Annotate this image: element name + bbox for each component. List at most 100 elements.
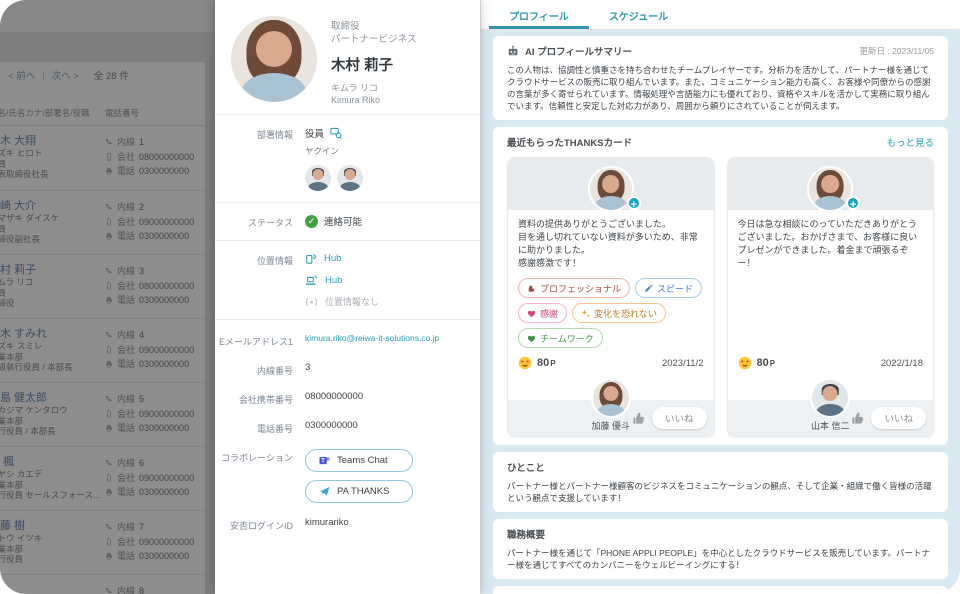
extension-label: 内線番号	[215, 362, 305, 377]
ai-summary-updated: 更新日 : 2023/11/05	[860, 45, 935, 57]
profile-photo	[231, 16, 317, 102]
department-members	[305, 165, 470, 191]
rocket-icon	[644, 284, 653, 293]
thanks-tag: スピード	[635, 278, 702, 298]
thanks-date: 2022/1/18	[881, 358, 923, 369]
green-heart-icon	[527, 334, 536, 343]
profile-header: 取締役 パートナービジネス 木村 莉子 キムラ リコ Kimura Riko	[215, 0, 480, 114]
thanks-points: 80	[757, 357, 769, 369]
profile-role: 取締役	[331, 20, 417, 33]
status-value: 連絡可能	[324, 214, 362, 228]
department-label: 部署情報	[215, 126, 305, 191]
location-hub-link[interactable]: Hub	[325, 275, 342, 286]
safety-login-value: kimurariko	[305, 517, 470, 532]
job-summary-card: 職務概要 パートナー様を通じて「PHONE APPLI PEOPLE」を中心とし…	[493, 519, 948, 579]
hitokoto-title: ひとこと	[507, 460, 934, 474]
org-chart-search-icon[interactable]	[330, 127, 342, 139]
plus-badge-icon	[627, 196, 641, 210]
contact-info-block: Eメールアドレス1 kimura.riko@reiwa-it-solutions…	[215, 320, 480, 539]
thanks-card[interactable]: 資料の提供ありがとうございました。 目を通し切れていない資料が多いため、非常に助…	[507, 157, 715, 437]
profile-kana: キムラ リコ	[331, 82, 417, 94]
robot-icon	[507, 45, 519, 57]
member-avatar[interactable]	[337, 165, 363, 191]
dim-overlay	[0, 0, 215, 594]
sparkles-icon	[581, 309, 590, 318]
thanks-card-header	[728, 158, 934, 210]
email-link[interactable]: kimura.riko@reiwa-it-solutions.co.jp	[305, 333, 439, 343]
phone-label: 電話番号	[215, 420, 305, 435]
muscle-icon	[527, 284, 536, 293]
teams-chat-button[interactable]: T Teams Chat	[305, 449, 413, 472]
status-available-icon	[305, 215, 318, 228]
thanks-tag: チームワーク	[518, 328, 603, 348]
no-signal-icon	[305, 297, 318, 307]
detail-scroll-area: AI プロフィールサマリー 更新日 : 2023/11/05 この人物は、協調性…	[481, 30, 960, 594]
hitokoto-card: ひとこと パートナー様とパートナー様顧客のビジネスをコミュニケーションの観点、そ…	[493, 452, 948, 512]
teams-icon: T	[319, 455, 330, 466]
giver-avatar	[591, 378, 631, 418]
profile-division: パートナービジネス	[331, 33, 417, 46]
job-summary-body: パートナー様を通じて「PHONE APPLI PEOPLE」を中心としたクラウド…	[507, 547, 934, 571]
tab-schedule[interactable]: スケジュール	[589, 0, 688, 29]
status-label: ステータス	[215, 214, 305, 229]
location-hub-link[interactable]: Hub	[324, 253, 341, 264]
tab-bar: プロフィール スケジュール	[481, 0, 960, 30]
star-struck-emoji-icon	[738, 356, 752, 370]
location-none-text: 位置情報なし	[325, 295, 379, 308]
pa-thanks-label: PA THANKS	[337, 486, 389, 497]
thanks-card-header	[508, 158, 714, 210]
phone-value: 0300000000	[305, 420, 470, 435]
teams-chat-label: Teams Chat	[337, 455, 388, 466]
thanks-section-title: 最近もらったTHANKSカード	[507, 135, 632, 149]
collaboration-label: コラボレーション	[215, 449, 305, 503]
heart-icon	[527, 309, 536, 318]
thanks-tags: プロフェッショナルスピード感謝変化を恐れないチームワーク	[518, 278, 704, 348]
company-mobile-label: 会社携帯番号	[215, 391, 305, 406]
phone-wifi-icon	[305, 252, 317, 265]
status-row: ステータス 連絡可能	[215, 203, 480, 240]
skills-card: スキル 分析力 慎重力 協調力	[493, 586, 948, 594]
thanks-card-footer: 山本 信二 いいね	[728, 400, 934, 436]
thanks-tag: 感謝	[518, 303, 567, 323]
thanks-points-unit: P	[550, 359, 555, 368]
like-button[interactable]: いいね	[652, 407, 707, 429]
star-struck-emoji-icon	[518, 356, 532, 370]
thanks-tag: 変化を恐れない	[572, 303, 666, 323]
location-label: 位置情報	[215, 252, 305, 308]
ai-summary-title: AI プロフィールサマリー	[525, 44, 632, 58]
plus-badge-icon	[846, 196, 860, 210]
profile-romaji: Kimura Riko	[331, 94, 417, 106]
department-row: 部署情報 役員 ヤクイン	[215, 115, 480, 202]
tab-profile[interactable]: プロフィール	[489, 0, 589, 29]
contact-list-panel: < 前へ | 次へ > 全 28 件 氏名/氏名カナ/部署名/役職 電話番号 鈴…	[0, 0, 215, 594]
email-label: Eメールアドレス1	[215, 333, 305, 348]
thanks-points-unit: P	[770, 359, 775, 368]
location-row: 位置情報 Hub Hub 位置情報なし	[215, 241, 480, 319]
thanks-date: 2023/11/2	[662, 358, 704, 369]
thumbs-up-icon[interactable]	[851, 412, 864, 425]
pa-thanks-button[interactable]: PA THANKS	[305, 480, 413, 503]
thanks-message: 資料の提供ありがとうございました。 目を通し切れていない資料が多いため、非常に助…	[518, 218, 704, 270]
department-kana: ヤクイン	[305, 145, 470, 157]
thumbs-up-icon[interactable]	[632, 412, 645, 425]
ai-summary-body: この人物は、協調性と慎重さを持ち合わせたチームプレイヤーです。分析力を活かして、…	[507, 64, 934, 112]
company-mobile-value: 08000000000	[305, 391, 470, 406]
laptop-wifi-icon	[305, 274, 318, 286]
job-summary-title: 職務概要	[507, 527, 934, 541]
hitokoto-body: パートナー様とパートナー様顧客のビジネスをコミュニケーションの観点、そして企業・…	[507, 480, 934, 504]
thanks-message: 今日は急な相談にのっていただきありがとうございました。おかげさまで、お客様に良い…	[738, 218, 924, 270]
thanks-card-footer: 加藤 優斗 いいね	[508, 400, 714, 436]
paper-plane-icon	[319, 486, 330, 497]
thanks-points: 80	[537, 357, 549, 369]
member-avatar[interactable]	[305, 165, 331, 191]
thanks-card[interactable]: 今日は急な相談にのっていただきありがとうございました。おかげさまで、お客様に良い…	[727, 157, 935, 437]
giver-avatar	[810, 378, 850, 418]
svg-text:T: T	[321, 459, 325, 465]
like-button[interactable]: いいね	[871, 407, 926, 429]
thanks-tag: プロフェッショナル	[518, 278, 630, 298]
thanks-card-section: 最近もらったTHANKSカード もっと見る 資料の提供ありがとうございました。 …	[493, 127, 948, 445]
profile-panel: 取締役 パートナービジネス 木村 莉子 キムラ リコ Kimura Riko 部…	[215, 0, 480, 594]
ai-summary-card: AI プロフィールサマリー 更新日 : 2023/11/05 この人物は、協調性…	[493, 36, 948, 120]
extension-value: 3	[305, 362, 470, 377]
thanks-more-link[interactable]: もっと見る	[886, 135, 934, 149]
